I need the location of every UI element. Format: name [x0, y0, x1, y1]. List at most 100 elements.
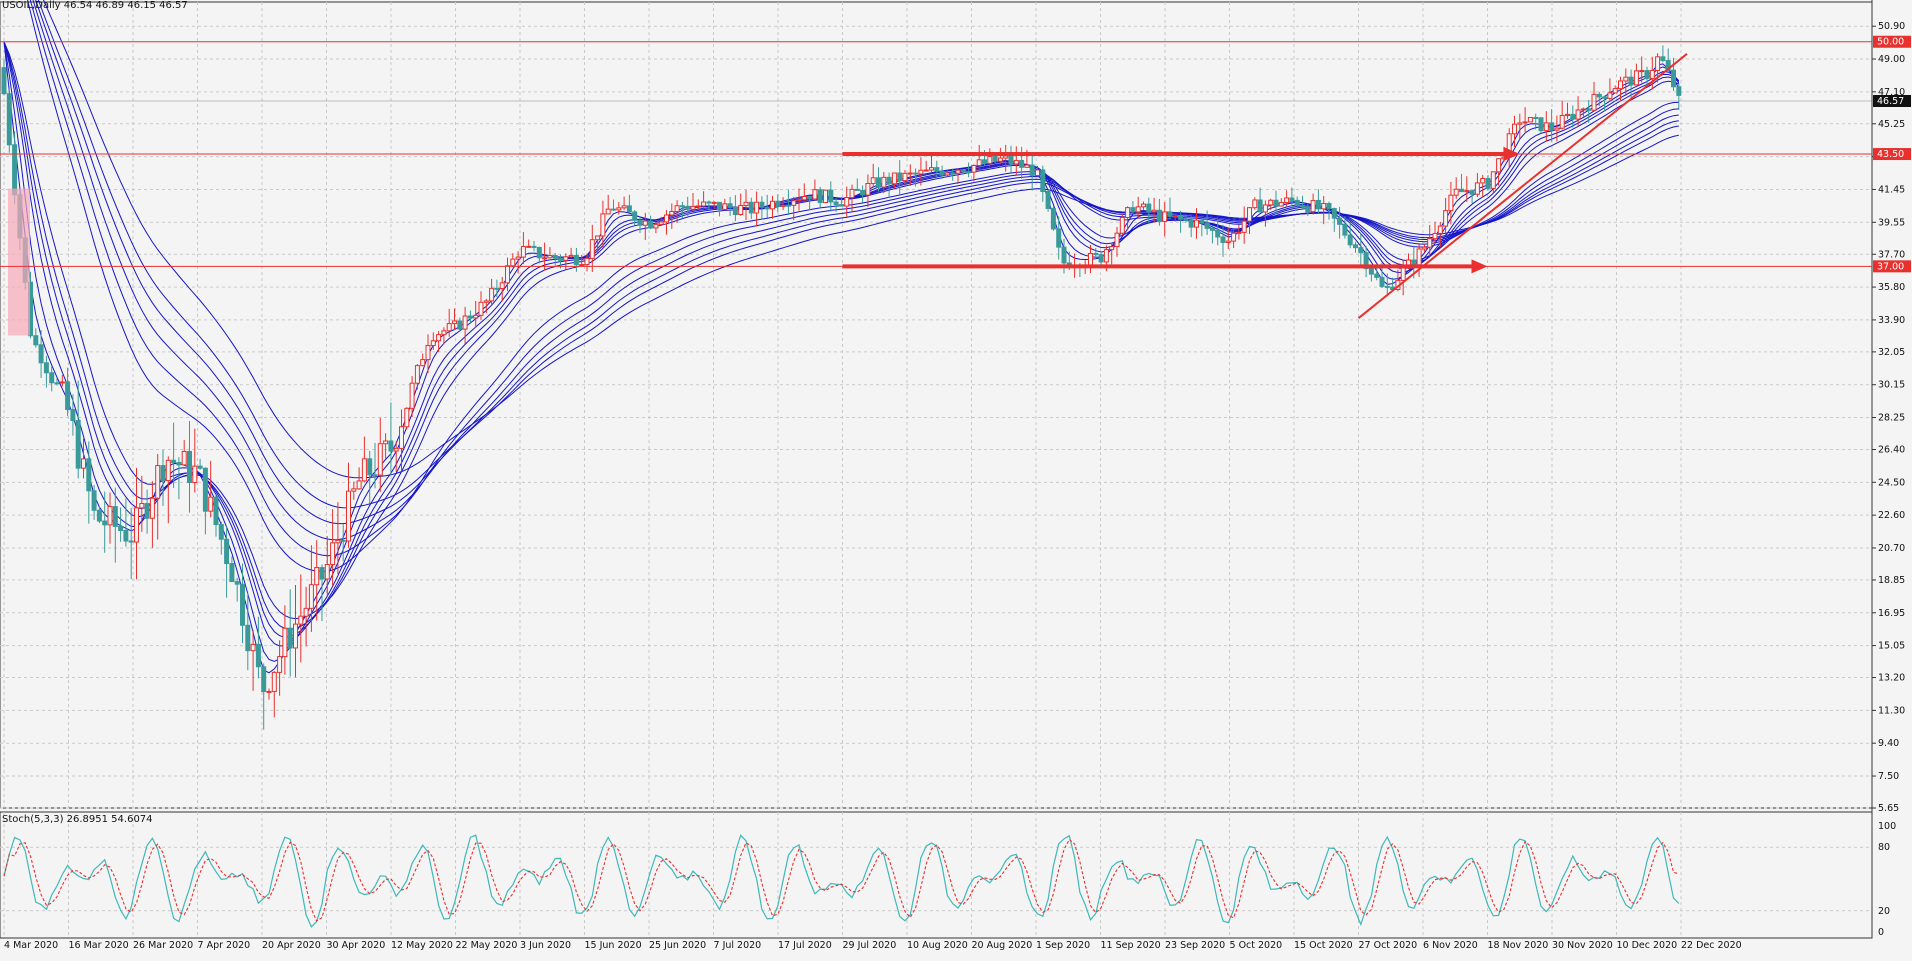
candle-body — [1172, 215, 1178, 218]
candle-body — [891, 172, 897, 185]
candle-body — [1321, 202, 1327, 210]
price-tick-label: 22.60 — [1878, 510, 1905, 521]
candle-body — [669, 210, 675, 216]
candle-body — [579, 264, 585, 267]
candle-body — [1024, 164, 1030, 168]
candle-body — [1570, 113, 1576, 120]
candle-body — [1559, 114, 1565, 129]
candle-body — [324, 563, 330, 580]
candle-body — [738, 205, 744, 216]
candle-body — [801, 195, 807, 201]
candle-body — [854, 188, 860, 191]
candle-body — [282, 627, 288, 658]
candle-body — [589, 239, 595, 259]
candle-body — [1204, 222, 1210, 229]
date-tick-label: 3 Jun 2020 — [520, 940, 571, 951]
candle-body — [844, 197, 850, 207]
candle-body — [356, 480, 362, 490]
candle-body — [1591, 93, 1597, 111]
candle-body — [1215, 229, 1221, 238]
candle-body — [1156, 209, 1162, 222]
candle-body — [653, 223, 659, 229]
candle-body — [54, 382, 60, 385]
candle-body — [134, 507, 139, 543]
candle-body — [547, 254, 553, 259]
candle-body — [929, 167, 934, 171]
price-tick-label: 32.05 — [1878, 347, 1905, 358]
candle-body — [314, 567, 320, 586]
candle-body — [690, 205, 696, 210]
candle-body — [971, 164, 977, 173]
candle-body — [452, 320, 457, 325]
current-price-label: 46.57 — [1877, 96, 1904, 107]
candle-body — [817, 189, 823, 204]
candle-body — [1437, 225, 1443, 234]
price-tick-label: 7.50 — [1878, 771, 1899, 782]
candle-body — [1141, 203, 1146, 208]
date-tick-label: 22 Dec 2020 — [1681, 940, 1742, 951]
candle-body — [685, 205, 691, 210]
candle-body — [1543, 122, 1549, 132]
candle-body — [499, 282, 505, 289]
price-tick-label: 11.30 — [1878, 705, 1905, 716]
candle-body — [1151, 209, 1157, 213]
candle-body — [605, 208, 611, 215]
candle-body — [658, 221, 664, 225]
candle-body — [706, 201, 712, 204]
candle-body — [1183, 218, 1189, 221]
candle-body — [155, 465, 161, 499]
chart-header: USOIL,Daily 46.54 46.89 46.15 46.57 — [2, 0, 188, 11]
candle-body — [775, 200, 781, 207]
candle-body — [176, 462, 182, 466]
candle-body — [1469, 190, 1475, 195]
candle-body — [1533, 117, 1539, 120]
candle-body — [277, 656, 283, 673]
candle-body — [976, 159, 982, 166]
candle-body — [520, 245, 526, 258]
candle-body — [1035, 169, 1040, 176]
candle-body — [1586, 108, 1592, 111]
candle-body — [1119, 217, 1125, 234]
candle-body — [807, 195, 813, 200]
candle-body — [478, 301, 484, 316]
level-label: 37.00 — [1877, 261, 1904, 272]
candle-body — [346, 490, 351, 542]
candle-body — [711, 201, 717, 204]
candle-body — [1416, 248, 1422, 266]
candle-body — [351, 488, 357, 492]
candle-body — [409, 382, 415, 409]
candle-body — [86, 458, 92, 492]
candle-body — [944, 172, 950, 176]
candle-body — [123, 529, 129, 542]
candle-body — [202, 467, 208, 512]
candle-body — [1353, 244, 1358, 249]
date-tick-label: 29 Jul 2020 — [843, 940, 897, 951]
ohlc-readout: 46.54 46.89 46.15 46.57 — [63, 0, 188, 11]
candle-body — [12, 144, 18, 196]
candle-body — [128, 540, 134, 543]
candle-body — [160, 465, 166, 482]
candle-body — [1146, 203, 1152, 213]
candle-body — [626, 205, 632, 213]
level-label: 43.50 — [1877, 149, 1904, 160]
candle-body — [918, 169, 924, 175]
candle-body — [218, 524, 224, 540]
chart-canvas[interactable]: 50.9049.0047.1045.2543.3541.4539.5537.70… — [0, 0, 1912, 961]
candle-body — [982, 159, 987, 164]
candle-body — [950, 172, 956, 175]
candle-body — [1, 67, 7, 95]
candle-body — [187, 450, 192, 484]
candle-body — [420, 359, 426, 367]
candle-body — [743, 201, 749, 207]
date-tick-label: 5 Oct 2020 — [1230, 940, 1283, 951]
candle-body — [1162, 211, 1168, 222]
candle-body — [1490, 171, 1496, 189]
candle-body — [293, 623, 298, 649]
candle-body — [648, 220, 654, 229]
candle-body — [399, 426, 404, 449]
highlight-zone — [8, 188, 30, 336]
candle-body — [1236, 231, 1242, 234]
candle-body — [1326, 202, 1332, 210]
candle-body — [717, 201, 722, 210]
candle-body — [1421, 246, 1427, 250]
